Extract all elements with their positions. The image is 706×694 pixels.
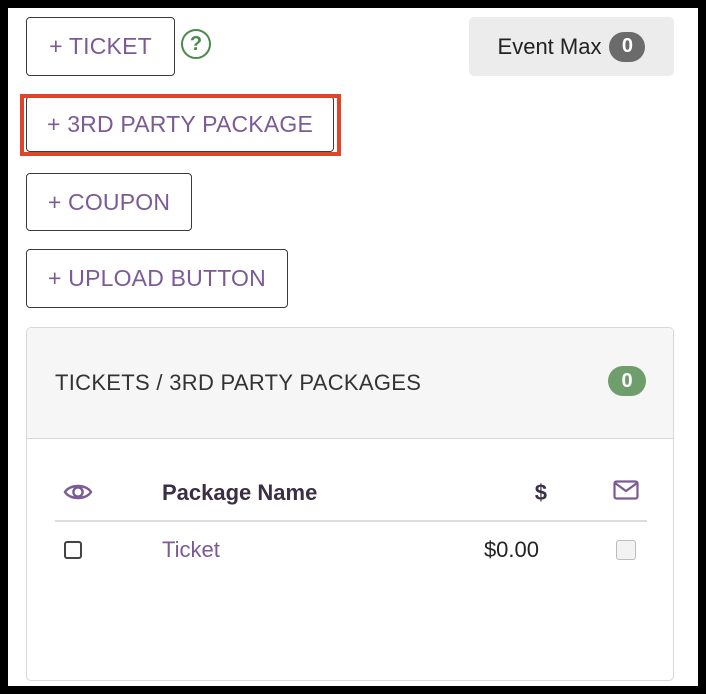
- event-max-label: Event Max: [497, 33, 602, 59]
- add-ticket-button[interactable]: + TICKET: [26, 17, 175, 76]
- column-header-price[interactable]: $: [535, 480, 547, 506]
- event-max-badge: 0: [609, 31, 646, 62]
- packages-count-badge: 0: [608, 366, 646, 396]
- panel-header: TICKETS / 3RD PARTY PACKAGES 0: [27, 328, 673, 439]
- panel-title: TICKETS / 3RD PARTY PACKAGES: [55, 370, 422, 395]
- highlight-box: [20, 94, 341, 156]
- package-price: $0.00: [483, 537, 539, 562]
- add-upload-button[interactable]: + UPLOAD BUTTON: [26, 249, 288, 308]
- packages-panel: TICKETS / 3RD PARTY PACKAGES 0 Package N…: [26, 327, 674, 681]
- email-checkbox[interactable]: [616, 540, 636, 560]
- column-header-name[interactable]: Package Name: [162, 480, 317, 506]
- package-name-link[interactable]: Ticket: [162, 537, 220, 563]
- visibility-checkbox[interactable]: [64, 541, 82, 559]
- envelope-icon: [613, 480, 639, 505]
- eye-icon: [63, 480, 93, 509]
- add-coupon-button[interactable]: + COUPON: [26, 173, 192, 231]
- help-icon[interactable]: ?: [181, 29, 211, 59]
- table-header: Package Name $: [55, 468, 647, 522]
- page-frame: + TICKET ? Event Max 0 + 3RD PARTY PACKA…: [8, 8, 698, 686]
- event-max-button[interactable]: Event Max 0: [469, 17, 674, 76]
- table-row: Ticket $0.00: [55, 522, 647, 578]
